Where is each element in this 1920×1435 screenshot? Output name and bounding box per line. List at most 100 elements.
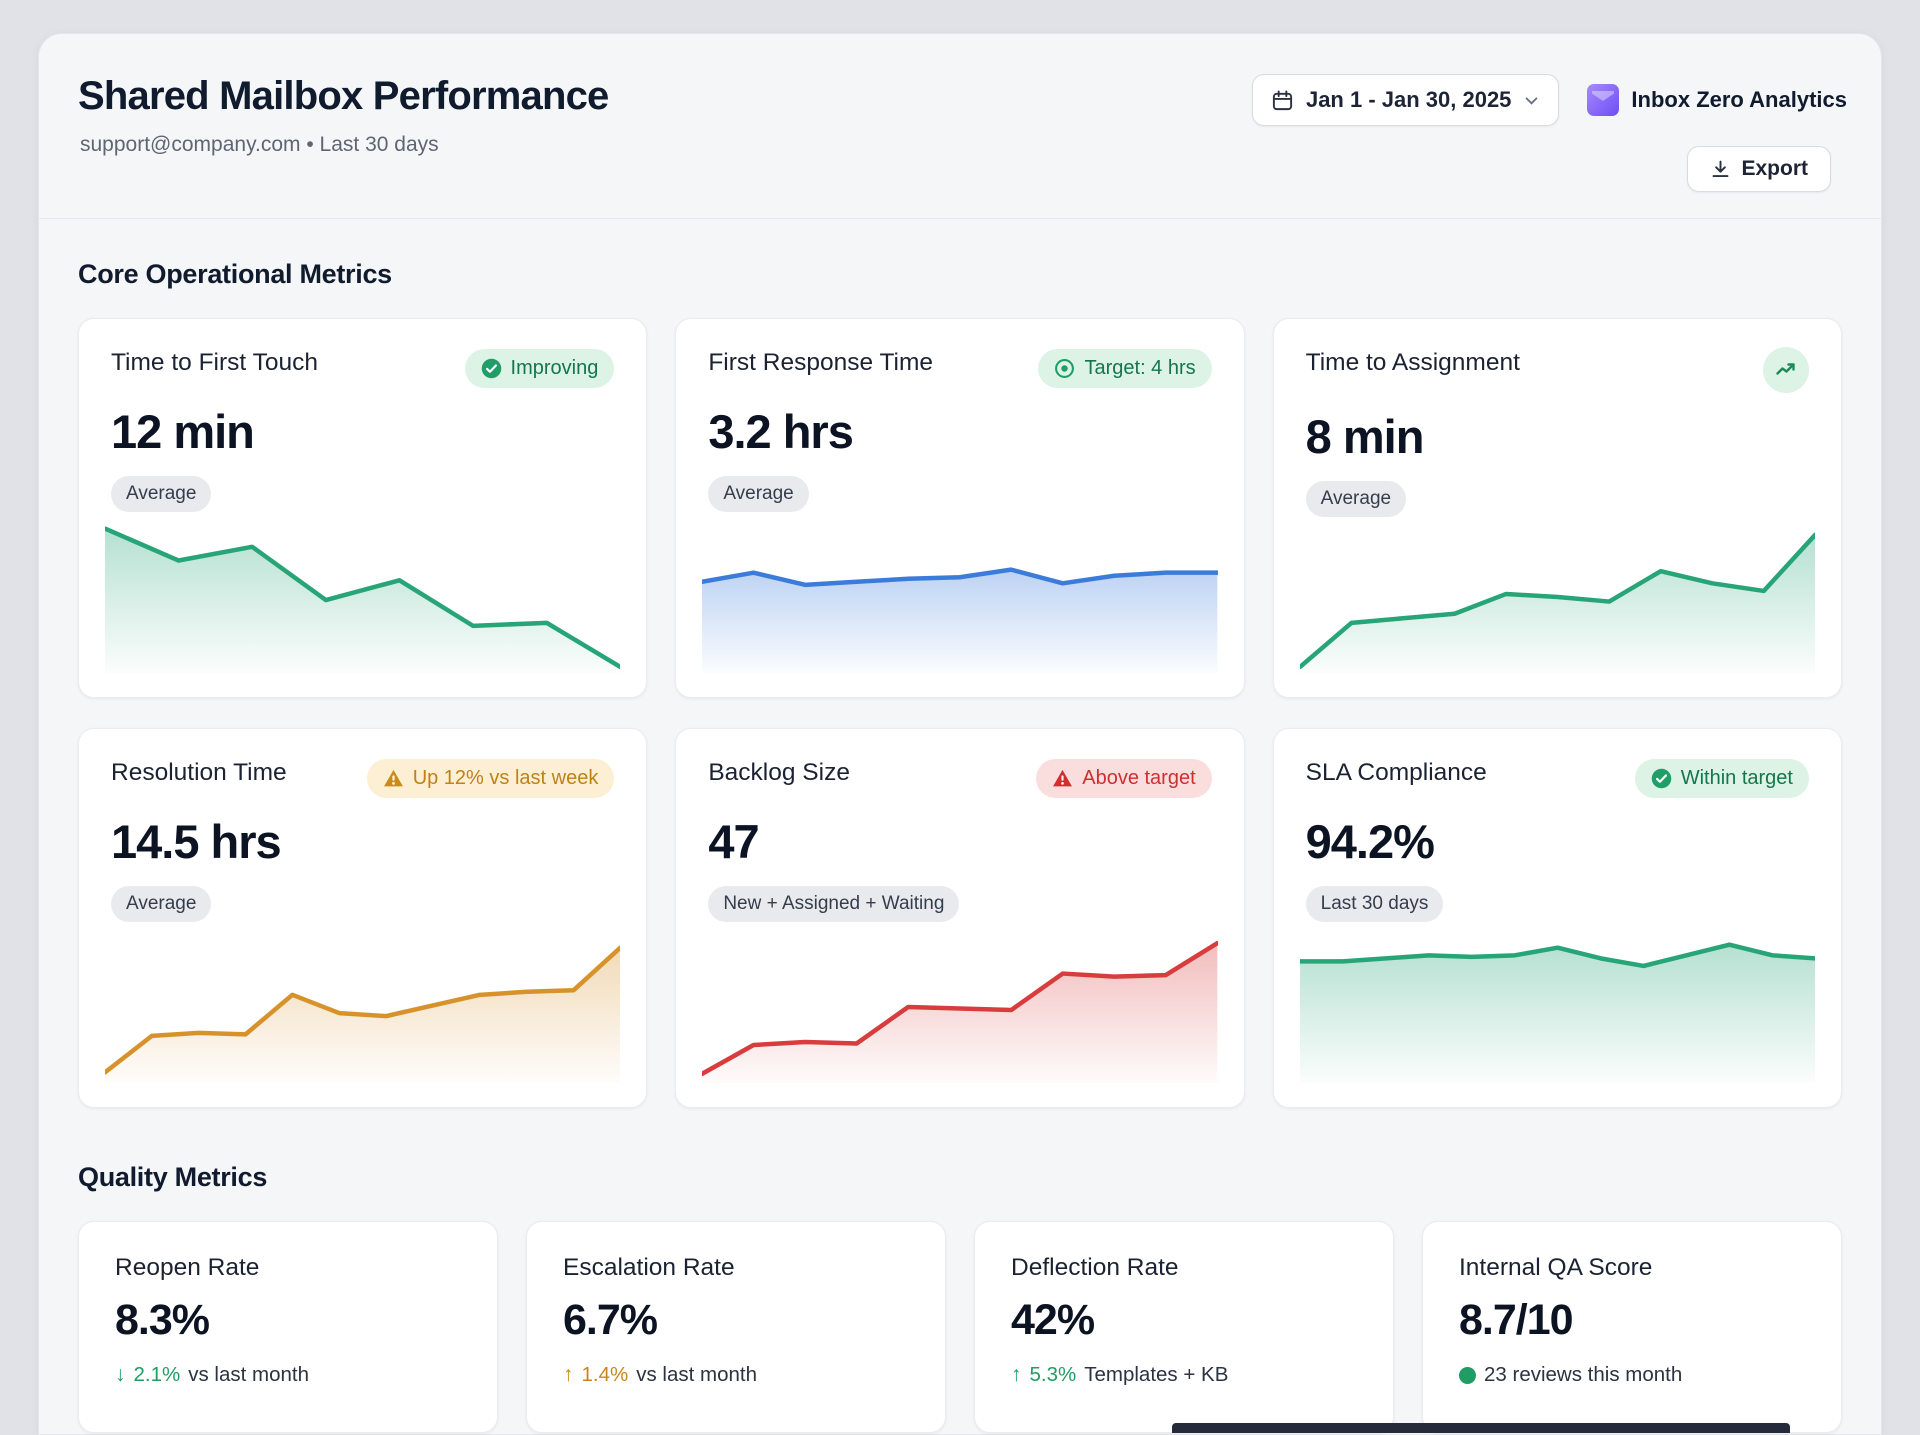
arrow-up-icon: ↑ <box>1011 1363 1022 1387</box>
arrow-down-icon: ↓ <box>115 1363 126 1387</box>
metric-value: 94.2% <box>1306 814 1809 869</box>
quality-change-text: 23 reviews this month <box>1484 1363 1682 1387</box>
metric-card-title: Backlog Size <box>708 759 850 787</box>
quality-change-highlight: 1.4% <box>582 1363 629 1387</box>
metric-sparkline-chart <box>105 521 620 673</box>
quality-change-text: vs last month <box>636 1363 757 1387</box>
page-subtitle: support@company.com • Last 30 days <box>80 133 609 157</box>
metric-sparkline-chart <box>105 931 620 1083</box>
quality-change-line: ↓ 2.1% vs last month <box>115 1363 461 1387</box>
metric-value: 12 min <box>111 404 614 459</box>
metric-card: SLA Compliance Within target 94.2% Last 30 … <box>1273 728 1842 1108</box>
core-metrics-grid: Time to First Touch Improving 12 min Averag… <box>78 318 1842 1108</box>
quality-value: 8.3% <box>115 1296 461 1345</box>
quality-change-line: 23 reviews this month <box>1459 1363 1805 1387</box>
quality-value: 6.7% <box>563 1296 909 1345</box>
metric-card-top: SLA Compliance Within target <box>1306 759 1809 798</box>
metric-subtitle-pill: Average <box>111 476 211 512</box>
metric-card: Time to Assignment 8 min Average <box>1273 318 1842 698</box>
date-range-label: Jan 1 - Jan 30, 2025 <box>1306 87 1511 113</box>
dashboard-panel: Shared Mailbox Performance support@compa… <box>38 33 1882 1435</box>
quality-card-title: Deflection Rate <box>1011 1254 1357 1282</box>
header-top-row: Jan 1 - Jan 30, 2025 Inbox Zero Analytic… <box>1252 74 1847 126</box>
inbox-zero-logo-icon <box>1587 84 1619 116</box>
metric-value: 3.2 hrs <box>708 404 1211 459</box>
quality-change-line: ↑5.3%Templates + KB <box>1011 1363 1357 1387</box>
metric-value: 47 <box>708 814 1211 869</box>
quality-card: Deflection Rate 42% ↑5.3%Templates + KB <box>974 1221 1394 1433</box>
export-label: Export <box>1741 157 1808 181</box>
quality-card-title: Reopen Rate <box>115 1254 461 1282</box>
warning-icon <box>1052 768 1073 789</box>
metric-card: Resolution Time Up 12% vs last week 14.5 h… <box>78 728 647 1108</box>
metric-card-top: First Response Time Target: 4 hrs <box>708 349 1211 388</box>
section-heading-quality: Quality Metrics <box>78 1162 1842 1193</box>
page-title: Shared Mailbox Performance <box>78 74 609 119</box>
metric-subtitle-pill: Average <box>1306 481 1406 517</box>
metric-card-top: Time to Assignment <box>1306 349 1809 393</box>
arrow-up-icon: ↑ <box>563 1363 574 1387</box>
header-left: Shared Mailbox Performance support@compa… <box>78 74 609 157</box>
metric-card-top: Time to First Touch Improving <box>111 349 614 388</box>
metric-subtitle-pill: Average <box>111 886 211 922</box>
metric-card: Backlog Size Above target 47 New + Assigned… <box>675 728 1244 1108</box>
trending-up-icon <box>1774 358 1798 382</box>
status-badge: Target: 4 hrs <box>1038 349 1211 388</box>
quality-metrics-grid: Reopen Rate8.3%↓2.1%vs last monthEscalat… <box>78 1221 1842 1433</box>
status-badge-label: Up 12% vs last week <box>413 767 599 790</box>
status-badge-label: Above target <box>1082 767 1195 790</box>
bottom-edge-artifact <box>1172 1423 1790 1433</box>
header-bottom-row: Export <box>1687 146 1847 192</box>
warning-icon <box>383 768 404 789</box>
metric-card: First Response Time Target: 4 hrs 3.2 hrs A… <box>675 318 1244 698</box>
dashboard-header: Shared Mailbox Performance support@compa… <box>39 34 1881 219</box>
metric-subtitle-pill: Last 30 days <box>1306 886 1444 922</box>
trend-badge <box>1763 347 1809 393</box>
quality-change-text: vs last month <box>188 1363 309 1387</box>
quality-change-text: Templates + KB <box>1084 1363 1228 1387</box>
check-circle-icon <box>1651 768 1672 789</box>
status-badge: Within target <box>1635 759 1809 798</box>
quality-value: 8.7/10 <box>1459 1296 1805 1345</box>
status-badge-label: Improving <box>511 357 599 380</box>
metric-card-title: SLA Compliance <box>1306 759 1487 787</box>
metric-card-title: Time to Assignment <box>1306 349 1520 377</box>
quality-card-title: Internal QA Score <box>1459 1254 1805 1282</box>
metric-value: 8 min <box>1306 409 1809 464</box>
status-badge-label: Target: 4 hrs <box>1084 357 1195 380</box>
metric-card-title: First Response Time <box>708 349 933 377</box>
section-heading-core: Core Operational Metrics <box>78 259 1842 290</box>
dashboard-content: Core Operational Metrics Time to First T… <box>39 259 1881 1433</box>
header-right: Jan 1 - Jan 30, 2025 Inbox Zero Analytic… <box>1252 74 1847 192</box>
quality-change-highlight: 2.1% <box>134 1363 181 1387</box>
metric-subtitle-pill: Average <box>708 476 808 512</box>
date-range-picker[interactable]: Jan 1 - Jan 30, 2025 <box>1252 74 1559 126</box>
metric-sparkline-chart <box>702 931 1217 1083</box>
metric-card-title: Time to First Touch <box>111 349 318 377</box>
dot-icon <box>1459 1367 1476 1384</box>
status-badge: Above target <box>1036 759 1211 798</box>
check-circle-icon <box>481 358 502 379</box>
status-badge: Up 12% vs last week <box>367 759 615 798</box>
quality-card-title: Escalation Rate <box>563 1254 909 1282</box>
brand-name: Inbox Zero Analytics <box>1631 87 1847 113</box>
metric-card-top: Backlog Size Above target <box>708 759 1211 798</box>
status-badge: Improving <box>465 349 615 388</box>
metric-subtitle-pill: New + Assigned + Waiting <box>708 886 959 922</box>
metric-value: 14.5 hrs <box>111 814 614 869</box>
target-icon <box>1054 358 1075 379</box>
calendar-icon <box>1271 89 1294 112</box>
quality-value: 42% <box>1011 1296 1357 1345</box>
metric-sparkline-chart <box>702 521 1217 673</box>
metric-sparkline-chart <box>1300 521 1815 673</box>
export-button[interactable]: Export <box>1687 146 1831 192</box>
quality-card: Escalation Rate 6.7% ↑ 1.4% vs last month <box>526 1221 946 1433</box>
chevron-down-icon <box>1523 92 1540 109</box>
quality-change-line: ↑ 1.4% vs last month <box>563 1363 909 1387</box>
metric-card-title: Resolution Time <box>111 759 287 787</box>
download-icon <box>1710 159 1731 180</box>
quality-card: Internal QA Score 8.7/10 23 reviews this m… <box>1422 1221 1842 1433</box>
metric-card-top: Resolution Time Up 12% vs last week <box>111 759 614 798</box>
status-badge-label: Within target <box>1681 767 1793 790</box>
metric-card: Time to First Touch Improving 12 min Averag… <box>78 318 647 698</box>
